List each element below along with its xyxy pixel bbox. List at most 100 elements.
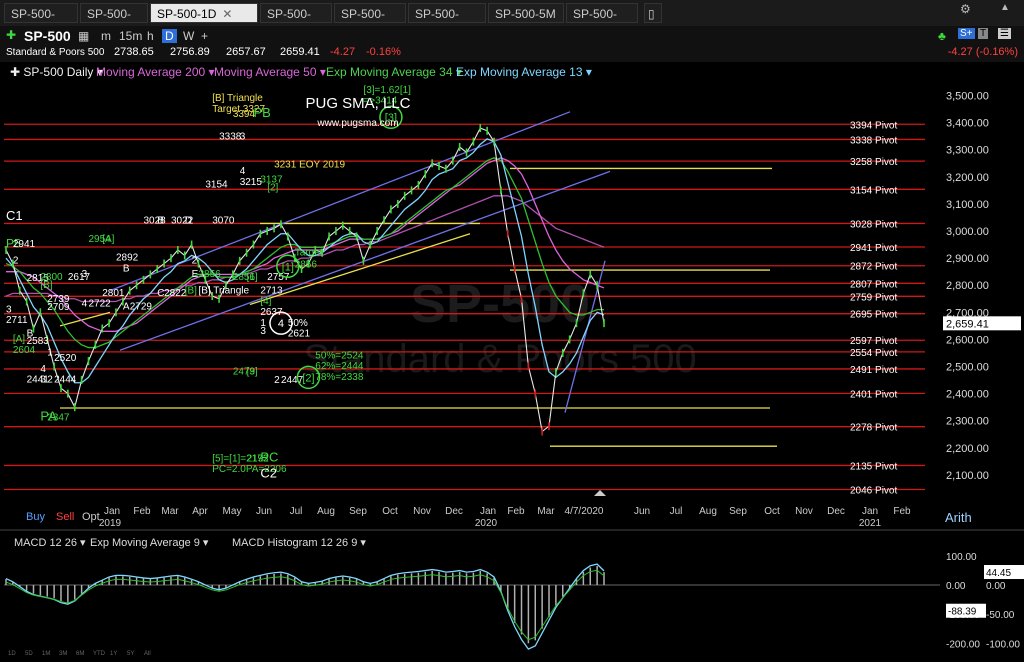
pivot-label: 2491 Pivot bbox=[850, 365, 897, 376]
interval-m[interactable]: m bbox=[98, 29, 114, 43]
symbol-label[interactable]: SP-500 bbox=[24, 28, 71, 44]
study-exp-moving-average-13[interactable]: Exp Moving Average 13 ▾ bbox=[456, 65, 592, 79]
brand-url: www.pugsma.com bbox=[316, 118, 398, 129]
y-tick-label: 2,100.00 bbox=[946, 470, 989, 482]
annotation-label: 3154 bbox=[205, 180, 228, 191]
annotation-label: 2 bbox=[47, 375, 53, 386]
study-moving-average-200[interactable]: Moving Average 200 ▾ bbox=[96, 65, 215, 79]
macd-legend: Exp Moving Average 9 ▾ bbox=[90, 537, 209, 549]
tab-sp-500-15m[interactable]: SP-500-15M bbox=[408, 3, 486, 41]
x-tick-label: May bbox=[223, 506, 242, 517]
annotation-label: 1 bbox=[47, 348, 53, 359]
x-tick-label: Apr bbox=[192, 506, 208, 517]
annotation-label: 2729 bbox=[130, 302, 153, 313]
x-tick-label: Jun bbox=[634, 506, 650, 517]
x-tick-label: Jan bbox=[104, 506, 120, 517]
pivot-label: 3258 Pivot bbox=[850, 157, 897, 168]
range-button[interactable]: 5D bbox=[25, 651, 33, 657]
x-tick-label: Nov bbox=[795, 506, 813, 517]
sell-button[interactable]: Sell bbox=[56, 511, 74, 523]
y-tick-label: 2,200.00 bbox=[946, 443, 989, 455]
tab-sp-500-1m[interactable]: SP-500-1M bbox=[566, 3, 638, 41]
pivot-label: 2401 Pivot bbox=[850, 389, 897, 400]
text-icon[interactable]: T bbox=[978, 28, 989, 39]
annotation-label: B bbox=[123, 264, 130, 275]
range-button[interactable]: 5Y bbox=[127, 651, 134, 657]
y-tick-label: 2,500.00 bbox=[946, 362, 989, 374]
annotation-label: 2801 bbox=[102, 288, 125, 299]
annotation-label: 2621 bbox=[288, 329, 311, 340]
quote-change-pct: -0.16% bbox=[366, 46, 401, 58]
range-button[interactable]: YTD bbox=[93, 651, 106, 657]
quote-bar: Standard & Poors 500 2738.65 2756.89 265… bbox=[0, 46, 1024, 62]
pivot-label: 2695 Pivot bbox=[850, 310, 897, 321]
close-tab-icon[interactable]: ✕ bbox=[222, 7, 232, 21]
tab-sp-500-4h[interactable]: SP-500-4H bbox=[260, 3, 332, 41]
annotation-label: 3070 bbox=[212, 215, 235, 226]
interval-D[interactable]: D bbox=[162, 29, 177, 43]
pivot-label: 2872 Pivot bbox=[850, 262, 897, 273]
buy-button[interactable]: Buy bbox=[26, 511, 45, 523]
annotation-label: 2 bbox=[13, 256, 19, 267]
pivot-label: 3394 Pivot bbox=[850, 120, 897, 131]
annotation-label: 2347 bbox=[47, 413, 70, 424]
annotation-label: 2711 bbox=[6, 315, 28, 326]
tab-sp-500-5m[interactable]: SP-500-5M bbox=[488, 3, 564, 23]
annotation-label: 3 bbox=[260, 326, 266, 337]
watchlist-icon[interactable]: ♣ bbox=[938, 29, 946, 43]
pivot-label: 2941 Pivot bbox=[850, 243, 897, 254]
range-button[interactable]: 1M bbox=[42, 651, 50, 657]
interval-+[interactable]: + bbox=[198, 29, 211, 43]
macd-right-tick: -50.00 bbox=[986, 610, 1015, 621]
study-label: Exp Moving Average 34 ▾ bbox=[326, 65, 462, 79]
chart-toolbar: ✚ SP-500 ▦ m 15m h D W + ♣ S+ T ☰ ⚙ ▲ bbox=[0, 2, 1024, 46]
scroll-up-icon[interactable]: ▲ bbox=[1000, 2, 1010, 13]
x-tick-label: Aug bbox=[699, 506, 717, 517]
x-tick-label: Jan bbox=[480, 506, 496, 517]
share-icon[interactable]: S+ bbox=[958, 28, 975, 39]
interval-h[interactable]: h bbox=[144, 29, 157, 43]
macd-legend: MACD Histogram 12 26 9 ▾ bbox=[232, 537, 366, 549]
annotation-label: B bbox=[157, 215, 164, 226]
brand-title: PUG SMA, LLC bbox=[305, 95, 410, 112]
annotation-label: 2709 bbox=[47, 302, 70, 313]
annotation-label: 2941 bbox=[13, 239, 36, 250]
y-tick-label: 3,000.00 bbox=[946, 226, 989, 238]
annotation-label: 2856 bbox=[198, 269, 221, 280]
pivot-label: 2759 Pivot bbox=[850, 292, 897, 303]
tab-sp-500-1w[interactable]: SP-500-1W bbox=[80, 3, 148, 41]
range-button[interactable]: 6M bbox=[76, 651, 84, 657]
interval-W[interactable]: W bbox=[180, 29, 197, 43]
range-button[interactable]: All bbox=[144, 651, 151, 657]
menu-icon[interactable]: ☰ bbox=[998, 28, 1011, 39]
price-chart[interactable]: SP-500Standard & Poors 5003394 Pivot3338… bbox=[0, 82, 1024, 657]
tab-sp-500-1h[interactable]: SP-500-1H bbox=[334, 3, 406, 41]
range-button[interactable]: 3M bbox=[59, 651, 67, 657]
opt-button[interactable]: Opt bbox=[82, 511, 100, 523]
interval-15m[interactable]: 15m bbox=[116, 29, 145, 43]
study-label: Exp Moving Average 13 ▾ bbox=[456, 65, 592, 79]
study-exp-moving-average-34[interactable]: Exp Moving Average 34 ▾ bbox=[326, 65, 462, 79]
tab-sp-500-1mo[interactable]: SP-500-1Mo bbox=[4, 3, 78, 41]
x-tick-label: Jul bbox=[670, 506, 683, 517]
link-icon[interactable]: ⚙ bbox=[960, 2, 971, 16]
range-button[interactable]: 1D bbox=[8, 651, 16, 657]
annotation-label: 3338 bbox=[219, 131, 242, 142]
annotation-label: [B] bbox=[40, 280, 52, 291]
annotation-label: 4 bbox=[82, 298, 88, 309]
pivot-label: 2554 Pivot bbox=[850, 348, 897, 359]
add-symbol-icon[interactable]: ✚ bbox=[6, 28, 16, 42]
study-moving-average-50[interactable]: Moving Average 50 ▾ bbox=[214, 65, 326, 79]
x-year-label: 2019 bbox=[99, 518, 122, 529]
pivot-label: 2597 Pivot bbox=[850, 336, 897, 347]
annotation-label: [3] bbox=[247, 367, 258, 378]
tab-sp-500-1d[interactable]: SP-500-1D ✕ bbox=[150, 3, 258, 23]
new-tab-icon[interactable]: ▯ bbox=[644, 3, 662, 23]
study-sp-500-daily[interactable]: ✚ SP-500 Daily ▾ bbox=[10, 65, 103, 79]
grid-icon[interactable]: ▦ bbox=[78, 29, 89, 43]
range-button[interactable]: 1Y bbox=[110, 651, 117, 657]
y-tick-label: 2,800.00 bbox=[946, 280, 989, 292]
annotation-label: [A] bbox=[102, 234, 114, 245]
annotation-label: 3 bbox=[6, 304, 12, 315]
chart-area[interactable]: SP-500 Standard & Poors 500 3394 Pivot 3338… bbox=[0, 82, 1024, 657]
